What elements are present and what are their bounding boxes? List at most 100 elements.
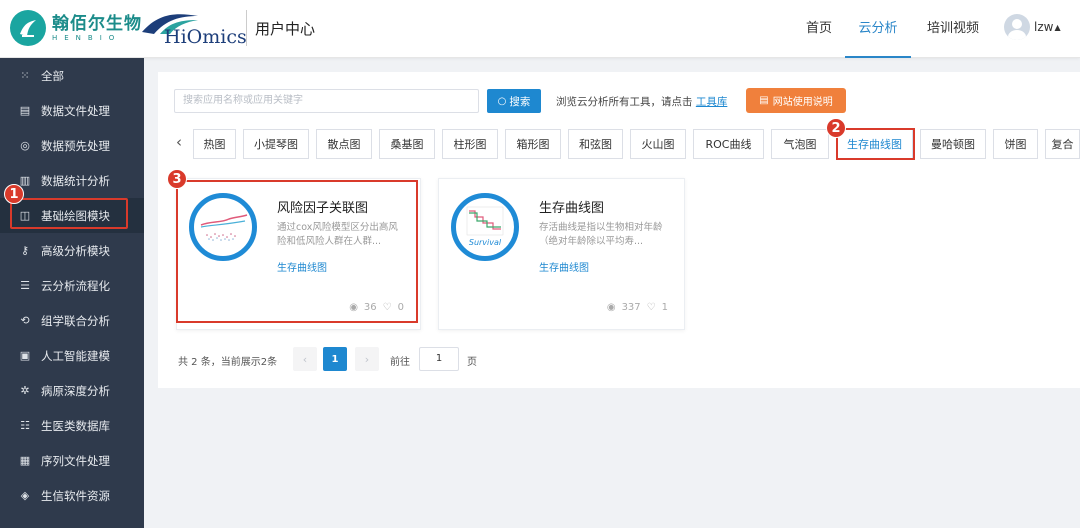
grid-icon: ⁙ xyxy=(20,69,30,82)
pager-goto-input[interactable]: 1 xyxy=(419,347,459,371)
tab-item[interactable]: 散点图 xyxy=(316,129,372,159)
sidebar-item[interactable]: ◈ 生信软件资源 xyxy=(0,478,144,513)
sidebar-item[interactable]: ☷ 生医类数据库 xyxy=(0,408,144,443)
browse-tools-text: 浏览云分析所有工具，请点击 工具库 xyxy=(556,94,727,109)
survival-icon-text: Survival xyxy=(469,238,502,247)
henbio-logo-icon xyxy=(10,10,46,46)
hiomics-logo[interactable]: HiOmics xyxy=(140,8,247,48)
sidebar-item[interactable]: ⁙ 全部 xyxy=(0,58,144,93)
hiomics-brand-text: HiOmics xyxy=(164,26,247,48)
site-guide-label: 网站使用说明 xyxy=(772,97,833,108)
sidebar-item-label: 数据统计分析 xyxy=(41,173,110,188)
sidebar-item-label: 全部 xyxy=(41,68,64,83)
package-icon: ◈ xyxy=(20,489,30,502)
browse-text-label: 浏览云分析所有工具，请点击 xyxy=(556,96,693,108)
top-header: 翰佰尔生物 HENBIO HiOmics 用户中心 首页 云分析 培训视频 lz… xyxy=(0,0,1080,58)
doc-icon: ▦ xyxy=(19,454,31,467)
sidebar-item[interactable]: ◎ 数据预先处理 xyxy=(0,128,144,163)
nav-home[interactable]: 首页 xyxy=(806,0,832,58)
survival-chart-icon: Survival xyxy=(451,193,519,261)
tab-item[interactable]: ROC曲线 xyxy=(693,129,764,159)
logo-en-text: HENBIO xyxy=(52,33,122,42)
tab-item[interactable]: 桑基图 xyxy=(379,129,435,159)
like-count: 1 xyxy=(661,302,668,313)
sidebar-item[interactable]: ⚷ 高级分析模块 xyxy=(0,233,144,268)
card-stats: ◉ 337 ♡ 1 xyxy=(607,302,668,313)
file-icon: ▤ xyxy=(19,104,31,117)
sidebar-item-label: 组学联合分析 xyxy=(41,313,110,328)
search-icon: ○ xyxy=(497,95,507,107)
pager-next-button[interactable]: › xyxy=(355,347,379,371)
search-button[interactable]: ○ 搜索 xyxy=(487,89,541,113)
book-icon: ▤ xyxy=(759,95,769,106)
view-count: 337 xyxy=(621,302,641,313)
tab-item[interactable]: 曼哈顿图 xyxy=(920,129,986,159)
annotation-badge-1: 1 xyxy=(4,184,24,204)
heart-icon[interactable]: ♡ xyxy=(647,302,656,313)
database-icon: ☷ xyxy=(20,419,30,432)
pager-prev-button[interactable]: ‹ xyxy=(293,347,317,371)
tab-item[interactable]: 复合 xyxy=(1045,129,1080,159)
toolbox-link[interactable]: 工具库 xyxy=(696,96,728,108)
tab-item[interactable]: 柱形图 xyxy=(442,129,498,159)
sidebar-item[interactable]: ▦ 序列文件处理 xyxy=(0,443,144,478)
tab-item[interactable]: 箱形图 xyxy=(505,129,561,159)
sidebar-item-label: 高级分析模块 xyxy=(41,243,110,258)
search-input[interactable]: 搜索应用名称或应用关键字 xyxy=(174,89,479,113)
flow-icon: ☰ xyxy=(20,279,30,292)
sidebar-item[interactable]: ▣ 人工智能建模 xyxy=(0,338,144,373)
site-guide-button[interactable]: ▤ 网站使用说明 xyxy=(746,88,846,113)
sidebar-item-label: 人工智能建模 xyxy=(41,348,110,363)
card-description: 存活曲线是指以生物相对年龄（绝对年龄除以平均寿... xyxy=(539,222,663,247)
pager-page-suffix: 页 xyxy=(467,357,477,368)
annotation-badge-2: 2 xyxy=(826,118,846,138)
chevron-left-icon[interactable]: ‹ xyxy=(176,133,182,151)
virus-icon: ✲ xyxy=(20,384,30,397)
search-button-label: 搜索 xyxy=(509,95,531,108)
sidebar-item-label: 云分析流程化 xyxy=(41,278,110,293)
sidebar-item[interactable]: ▤ 数据文件处理 xyxy=(0,93,144,128)
avatar[interactable] xyxy=(1004,14,1030,40)
pager-current-page[interactable]: 1 xyxy=(323,347,347,371)
caret-up-icon[interactable]: ▲ xyxy=(1054,23,1060,32)
username[interactable]: lzw xyxy=(1034,20,1053,34)
pager-goto-label: 前往 xyxy=(390,357,410,368)
annotation-box-tab xyxy=(836,128,915,160)
card-title[interactable]: 生存曲线图 xyxy=(539,197,604,216)
tab-item[interactable]: 小提琴图 xyxy=(243,129,309,159)
sidebar-item-label: 病原深度分析 xyxy=(41,383,110,398)
tab-item[interactable]: 和弦图 xyxy=(568,129,623,159)
tab-item[interactable]: 火山图 xyxy=(630,129,686,159)
annotation-box-sidebar xyxy=(10,198,128,229)
sidebar-item-label: 序列文件处理 xyxy=(41,453,110,468)
henbio-logo[interactable]: 翰佰尔生物 HENBIO xyxy=(10,10,142,46)
sidebar-item[interactable]: ✲ 病原深度分析 xyxy=(0,373,144,408)
eye-icon: ◉ xyxy=(606,302,616,313)
annotation-box-card xyxy=(176,180,418,323)
sidebar-item-label: 数据预先处理 xyxy=(41,138,110,153)
app-card-survival-curve[interactable]: Survival 生存曲线图 存活曲线是指以生物相对年龄（绝对年龄除以平均寿..… xyxy=(438,178,685,330)
tab-item[interactable]: 气泡图 xyxy=(771,129,829,159)
sidebar-item[interactable]: ⟲ 组学联合分析 xyxy=(0,303,144,338)
target-icon: ◎ xyxy=(20,139,30,152)
logo-cn-text: 翰佰尔生物 xyxy=(52,13,142,34)
bar-chart-icon: ▥ xyxy=(19,174,31,187)
pager-total: 共 2 条，当前展示2条 xyxy=(178,357,278,368)
sidebar-item-label: 数据文件处理 xyxy=(41,103,110,118)
sidebar-item-label: 生医类数据库 xyxy=(41,418,110,433)
sidebar-item-label: 生信软件资源 xyxy=(41,488,110,503)
key-icon: ⚷ xyxy=(20,244,30,257)
loop-icon: ⟲ xyxy=(20,314,30,327)
card-tag[interactable]: 生存曲线图 xyxy=(539,259,589,274)
nav-cloud-analysis[interactable]: 云分析 xyxy=(845,0,911,58)
sidebar: ⁙ 全部 ▤ 数据文件处理 ◎ 数据预先处理 ▥ 数据统计分析 ◫ 基础绘图模块 ⚷ 高级分析模块 ☰ 云… xyxy=(0,58,144,528)
tab-item[interactable]: 热图 xyxy=(193,129,236,159)
chip-icon: ▣ xyxy=(19,349,31,362)
annotation-badge-3: 3 xyxy=(167,169,187,189)
page-title: 用户中心 xyxy=(255,20,316,38)
sidebar-item[interactable]: ☰ 云分析流程化 xyxy=(0,268,144,303)
tab-item[interactable]: 饼图 xyxy=(993,129,1038,159)
nav-training-videos[interactable]: 培训视频 xyxy=(927,0,979,58)
header-divider xyxy=(246,10,247,46)
user-menu[interactable]: lzw ▲ xyxy=(1004,14,1061,40)
